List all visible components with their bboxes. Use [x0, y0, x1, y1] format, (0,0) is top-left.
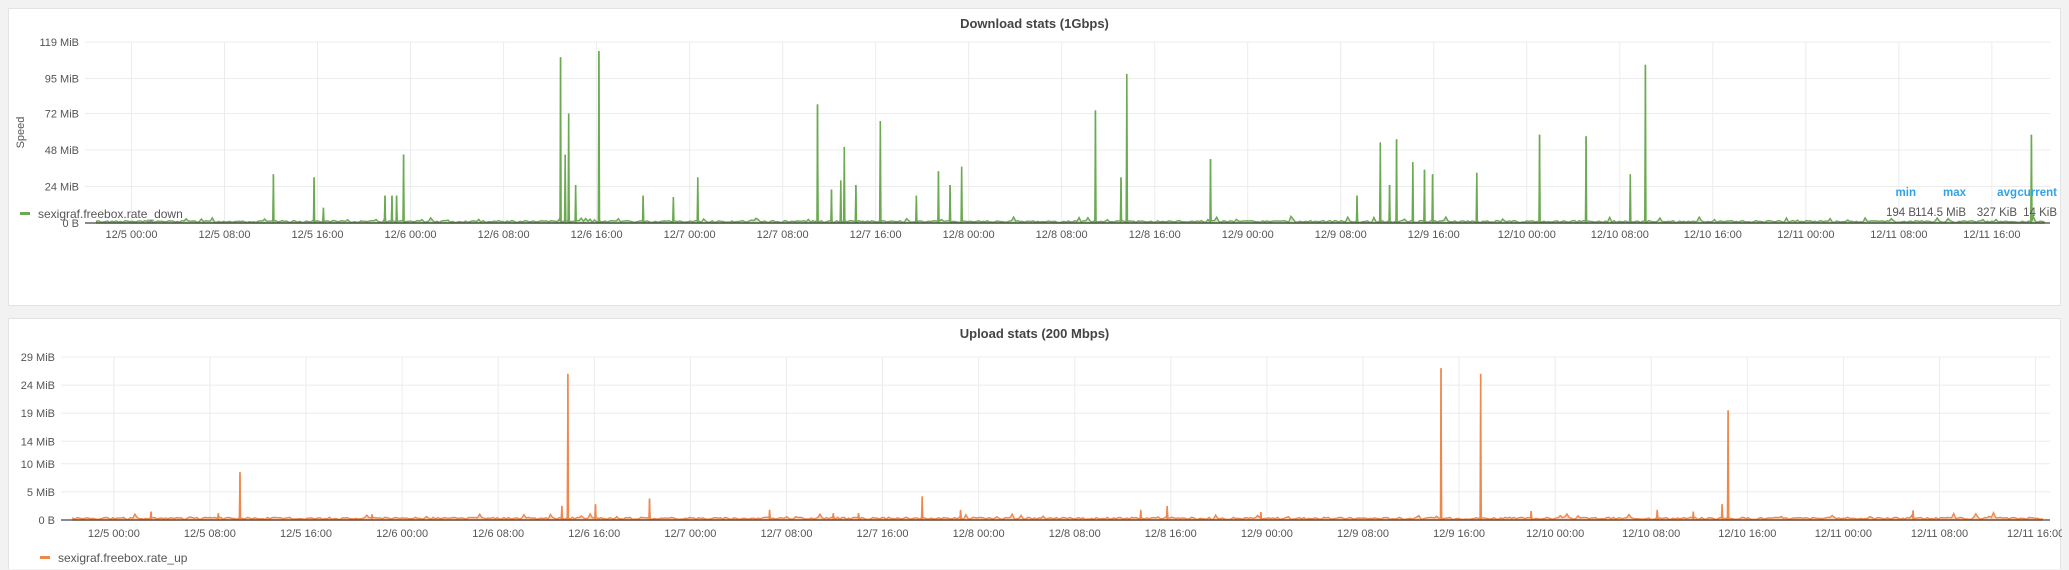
x-tick-label: 12/9 08:00	[1337, 528, 1389, 540]
x-tick-label: 12/11 16:00	[2007, 528, 2062, 540]
x-tick-label: 12/11 00:00	[1777, 229, 1834, 241]
x-tick-label: 12/11 08:00	[1911, 528, 1968, 540]
x-tick-label: 12/8 16:00	[1145, 528, 1197, 540]
stat-min-value: 194 B	[1885, 207, 1916, 219]
x-tick-label: 12/7 00:00	[664, 528, 716, 540]
y-axis-label: Speed	[15, 117, 27, 149]
x-tick-label: 12/6 00:00	[376, 528, 428, 540]
stat-header-max[interactable]: max	[1943, 187, 1966, 199]
upload-stats-panel: Upload stats (200 Mbps) 0 B5 MiB 10 MiB 14…	[8, 318, 2062, 570]
y-tick-label: 72 MiB	[45, 108, 79, 120]
x-tick-label: 12/6 08:00	[472, 528, 524, 540]
x-tick-label: 12/9 00:00	[1222, 229, 1274, 241]
x-tick-label: 12/7 00:00	[664, 229, 716, 241]
y-tick-label: 95 MiB	[45, 74, 79, 86]
x-tick-label: 12/5 00:00	[88, 528, 140, 540]
x-tick-label: 12/9 16:00	[1433, 528, 1485, 540]
x-tick-label: 12/7 08:00	[757, 229, 809, 241]
x-tick-label: 12/5 16:00	[280, 528, 332, 540]
legend-swatch	[40, 556, 50, 560]
download-chart[interactable]: 0 B24 MiB48 MiB72 MiB95 MiB119 MiB12/5 0…	[9, 9, 2062, 307]
legend-item-rate-down[interactable]: sexigraf.freebox.rate_down	[20, 207, 183, 221]
y-tick-label: 29 MiB	[21, 352, 55, 364]
y-tick-label: 24 MiB	[45, 181, 79, 193]
download-stats-panel: Download stats (1Gbps) 0 B 24 MiB 48 MiB 72…	[8, 8, 2061, 306]
x-tick-label: 12/6 16:00	[571, 229, 623, 241]
x-tick-label: 12/11 00:00	[1815, 528, 1872, 540]
x-tick-label: 12/8 00:00	[943, 229, 995, 241]
x-tick-label: 12/8 08:00	[1036, 229, 1088, 241]
x-tick-label: 12/6 16:00	[568, 528, 620, 540]
y-tick-label: 0 B	[38, 515, 55, 527]
x-tick-label: 12/7 16:00	[857, 528, 909, 540]
legend-label: sexigraf.freebox.rate_up	[58, 551, 188, 565]
upload-chart[interactable]: 0 B 5 MiB 10 MiB 14 MiB 19 MiB 24 MiB 29 MiB 12…	[9, 319, 2062, 570]
x-tick-label: 12/5 08:00	[199, 229, 251, 241]
x-tick-label: 12/9 00:00	[1241, 528, 1293, 540]
x-tick-label: 12/11 08:00	[1870, 229, 1927, 241]
x-tick-label: 12/10 00:00	[1498, 229, 1556, 241]
x-tick-label: 12/6 08:00	[478, 229, 530, 241]
series-area	[95, 51, 2045, 225]
x-tick-label: 12/9 08:00	[1315, 229, 1367, 241]
x-tick-label: 12/8 16:00	[1129, 229, 1181, 241]
x-tick-label: 12/10 16:00	[1684, 229, 1742, 241]
series-area	[72, 368, 2043, 521]
y-tick-label: 19 MiB	[21, 408, 55, 420]
x-tick-label: 12/5 08:00	[184, 528, 236, 540]
y-tick-label: 48 MiB	[45, 145, 79, 157]
x-tick-label: 12/10 00:00	[1526, 528, 1584, 540]
stat-header-current[interactable]: current	[2017, 187, 2057, 199]
legend-item-rate-up[interactable]: sexigraf.freebox.rate_up	[40, 551, 187, 565]
legend-swatch	[20, 212, 30, 216]
x-tick-label: 12/5 00:00	[106, 229, 158, 241]
x-tick-label: 12/10 08:00	[1591, 229, 1649, 241]
x-tick-label: 12/6 00:00	[385, 229, 437, 241]
y-tick-label: 119 MiB	[39, 37, 79, 49]
stat-avg-value: 327 KiB	[1976, 207, 2017, 219]
y-tick-label: 5 MiB	[27, 487, 55, 499]
y-tick-label: 10 MiB	[21, 459, 55, 471]
x-tick-label: 12/5 16:00	[292, 229, 344, 241]
stat-header-min[interactable]: min	[1896, 187, 1916, 199]
x-tick-label: 12/7 08:00	[760, 528, 812, 540]
stat-current-value: 14 KiB	[2023, 207, 2057, 219]
x-tick-label: 12/9 16:00	[1408, 229, 1460, 241]
stat-header-avg[interactable]: avg	[1997, 187, 2017, 199]
x-tick-label: 12/8 00:00	[953, 528, 1005, 540]
x-tick-label: 12/10 08:00	[1622, 528, 1680, 540]
x-tick-label: 12/7 16:00	[850, 229, 902, 241]
y-tick-label: 24 MiB	[21, 380, 55, 392]
y-tick-label: 14 MiB	[21, 436, 55, 448]
legend-label: sexigraf.freebox.rate_down	[38, 207, 183, 221]
stat-max-value: 114.5 MiB	[1915, 207, 1966, 219]
x-tick-label: 12/11 16:00	[1963, 229, 2020, 241]
x-tick-label: 12/8 08:00	[1049, 528, 1101, 540]
x-tick-label: 12/10 16:00	[1718, 528, 1776, 540]
